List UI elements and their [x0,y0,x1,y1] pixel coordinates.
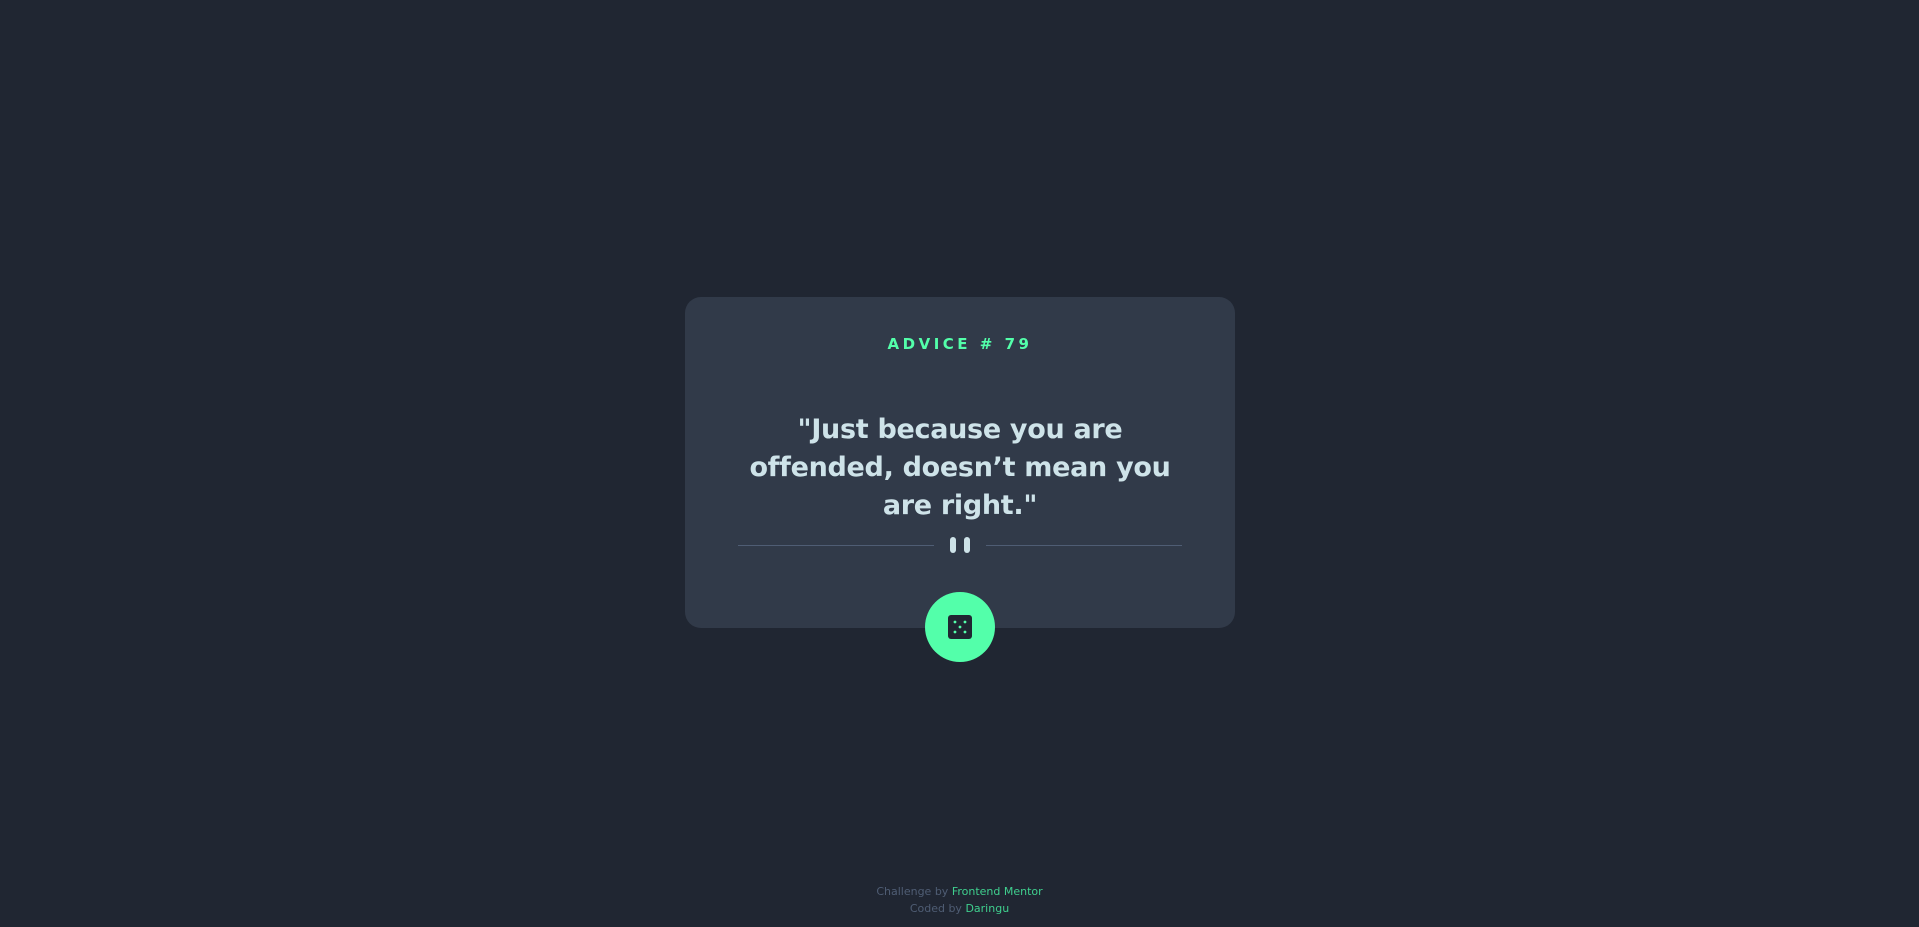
challenge-prefix: Challenge by [876,885,952,898]
attribution-coded: Coded by Daringu [0,900,1919,917]
advice-quote: "Just because you are offended, doesn’t … [749,414,1171,521]
divider [738,537,1182,553]
advice-number: ADVICE # 79 [887,335,1033,353]
divider-line-left [738,545,934,546]
advice-card: ADVICE # 79 "Just because you are offend… [685,297,1235,628]
divider-line-right [986,545,1182,546]
frontend-mentor-link[interactable]: Frontend Mentor [952,885,1043,898]
coded-prefix: Coded by [909,902,966,915]
attribution-footer: Challenge by Frontend Mentor Coded by Da… [0,883,1919,917]
author-link[interactable]: Daringu [965,902,1009,915]
generate-advice-button[interactable] [925,592,995,662]
attribution-challenge: Challenge by Frontend Mentor [0,883,1919,900]
dice-icon [948,615,972,639]
pause-icon [950,537,970,553]
